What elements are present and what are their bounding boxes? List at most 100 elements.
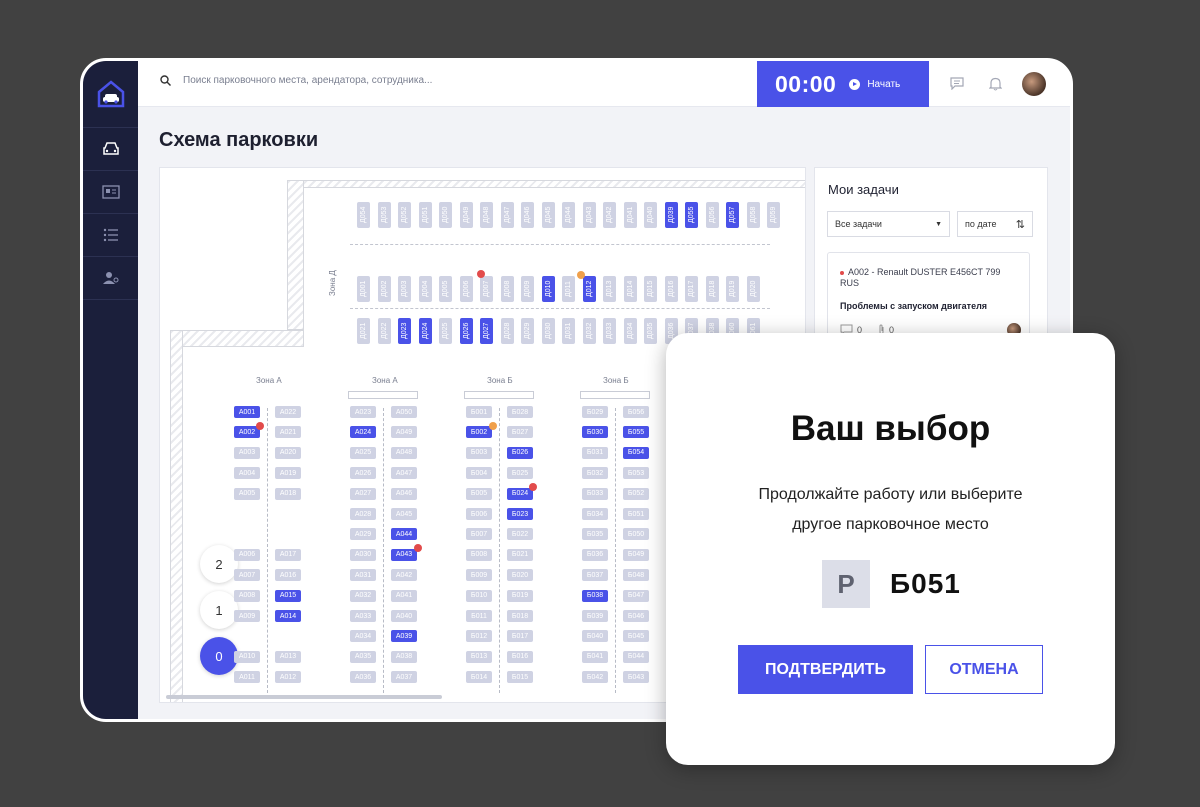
parking-spot[interactable]: Б055 [623, 426, 649, 439]
parking-spot[interactable]: Д012 [582, 276, 596, 302]
parking-spot[interactable]: Д041 [623, 202, 637, 228]
parking-spot[interactable]: Б045 [623, 630, 649, 643]
parking-spot[interactable]: А001 [234, 406, 260, 418]
parking-spot[interactable]: Д017 [685, 276, 698, 302]
parking-spot[interactable]: А004 [234, 467, 260, 480]
parking-spot[interactable]: Б030 [582, 426, 608, 439]
parking-spot[interactable]: А047 [391, 467, 417, 480]
parking-spot[interactable]: Б008 [466, 548, 492, 561]
parking-spot[interactable]: Б047 [623, 589, 649, 602]
parking-spot[interactable]: Д016 [664, 276, 678, 302]
parking-spot[interactable]: А008 [234, 589, 260, 602]
parking-spot[interactable]: Б028 [507, 406, 533, 418]
parking-spot[interactable]: Д005 [439, 276, 452, 302]
parking-spot[interactable]: А005 [234, 487, 260, 500]
parking-spot[interactable]: Д013 [603, 276, 616, 302]
parking-spot[interactable]: Б001 [466, 406, 492, 418]
parking-spot[interactable]: Б033 [582, 487, 608, 500]
parking-spot[interactable]: Д056 [705, 202, 719, 228]
floor-button-0[interactable]: 0 [200, 637, 238, 675]
parking-spot[interactable]: А030 [350, 548, 376, 561]
parking-spot[interactable]: Б019 [507, 589, 533, 602]
parking-spot[interactable]: А014 [275, 610, 301, 622]
parking-spot[interactable]: А007 [234, 569, 260, 582]
parking-spot[interactable]: Д002 [377, 276, 391, 302]
parking-spot[interactable]: А042 [391, 569, 417, 582]
parking-spot[interactable]: А019 [275, 467, 301, 480]
parking-spot[interactable]: А028 [350, 508, 376, 520]
parking-spot[interactable]: Б010 [466, 589, 492, 602]
parking-spot[interactable]: А023 [350, 406, 376, 418]
parking-spot[interactable]: Б018 [507, 610, 533, 622]
parking-spot[interactable]: Д043 [582, 202, 596, 228]
floor-button-1[interactable]: 1 [200, 591, 238, 629]
parking-spot[interactable]: Д020 [746, 276, 760, 302]
parking-spot[interactable]: Б025 [507, 467, 533, 480]
parking-spot[interactable]: А020 [275, 446, 301, 459]
parking-spot[interactable]: А022 [275, 406, 301, 418]
horizontal-scrollbar[interactable] [166, 695, 442, 699]
parking-spot[interactable]: Б044 [623, 650, 649, 663]
parking-spot[interactable]: Б026 [507, 446, 533, 459]
parking-spot[interactable]: А032 [350, 589, 376, 602]
parking-spot[interactable]: Б035 [582, 528, 608, 541]
parking-spot[interactable]: А017 [275, 548, 301, 561]
parking-spot[interactable]: Д014 [623, 276, 637, 302]
parking-spot[interactable]: А031 [350, 569, 376, 582]
parking-spot[interactable]: Д030 [541, 318, 555, 344]
parking-spot[interactable]: Б007 [466, 528, 492, 541]
parking-spot[interactable]: А025 [350, 446, 376, 459]
parking-spot[interactable]: Д022 [377, 318, 391, 344]
parking-spot[interactable]: Б022 [507, 528, 533, 541]
parking-spot[interactable]: Б006 [466, 508, 492, 520]
parking-spot[interactable]: Д001 [357, 276, 370, 302]
search-bar[interactable]: Поиск парковочного места, арендатора, со… [160, 75, 432, 86]
parking-spot[interactable]: Д018 [705, 276, 719, 302]
parking-spot[interactable]: Д015 [644, 276, 657, 302]
parking-spot[interactable]: Б023 [507, 508, 533, 520]
chat-icon[interactable] [950, 77, 964, 90]
parking-spot[interactable]: Б056 [623, 406, 649, 418]
parking-spot[interactable]: Б039 [582, 610, 608, 622]
parking-spot[interactable]: Д047 [500, 202, 514, 228]
parking-spot[interactable]: Д055 [685, 202, 698, 228]
parking-spot[interactable]: Б012 [466, 630, 492, 643]
parking-spot[interactable]: Д057 [726, 202, 739, 228]
parking-spot[interactable]: Д054 [357, 202, 370, 228]
parking-spot[interactable]: Д026 [459, 318, 473, 344]
parking-spot[interactable]: А003 [234, 446, 260, 459]
parking-spot[interactable]: А021 [275, 426, 301, 439]
parking-spot[interactable]: Б013 [466, 650, 492, 663]
parking-spot[interactable]: Б049 [623, 548, 649, 561]
parking-spot[interactable]: Д039 [664, 202, 678, 228]
parking-spot[interactable]: Д019 [726, 276, 739, 302]
parking-spot[interactable]: Д003 [398, 276, 411, 302]
parking-spot[interactable]: Д059 [767, 202, 780, 228]
logo[interactable] [83, 61, 138, 128]
parking-spot[interactable]: Б009 [466, 569, 492, 582]
parking-spot[interactable]: Д008 [500, 276, 514, 302]
parking-spot[interactable]: А027 [350, 487, 376, 500]
parking-spot[interactable]: Б016 [507, 650, 533, 663]
parking-spot[interactable]: Б050 [623, 528, 649, 541]
parking-spot[interactable]: А029 [350, 528, 376, 541]
parking-spot[interactable]: Д027 [480, 318, 493, 344]
parking-spot[interactable]: Д049 [459, 202, 473, 228]
parking-spot[interactable]: А035 [350, 650, 376, 663]
parking-spot[interactable]: А013 [275, 650, 301, 663]
cancel-button[interactable]: ОТМЕНА [925, 645, 1043, 694]
parking-spot[interactable]: Д034 [623, 318, 637, 344]
parking-spot[interactable]: А046 [391, 487, 417, 500]
parking-spot[interactable]: Д010 [541, 276, 555, 302]
parking-spot[interactable]: А026 [350, 467, 376, 480]
parking-spot[interactable]: Д006 [459, 276, 473, 302]
parking-spot[interactable]: Б034 [582, 508, 608, 520]
parking-spot[interactable]: Б052 [623, 487, 649, 500]
parking-spot[interactable]: Д031 [562, 318, 575, 344]
parking-spot[interactable]: Д021 [357, 318, 370, 344]
floor-button-2[interactable]: 2 [200, 545, 238, 583]
parking-spot[interactable]: Д004 [418, 276, 432, 302]
parking-spot[interactable]: Д045 [541, 202, 555, 228]
parking-spot[interactable]: Б005 [466, 487, 492, 500]
parking-spot[interactable]: А009 [234, 610, 260, 622]
